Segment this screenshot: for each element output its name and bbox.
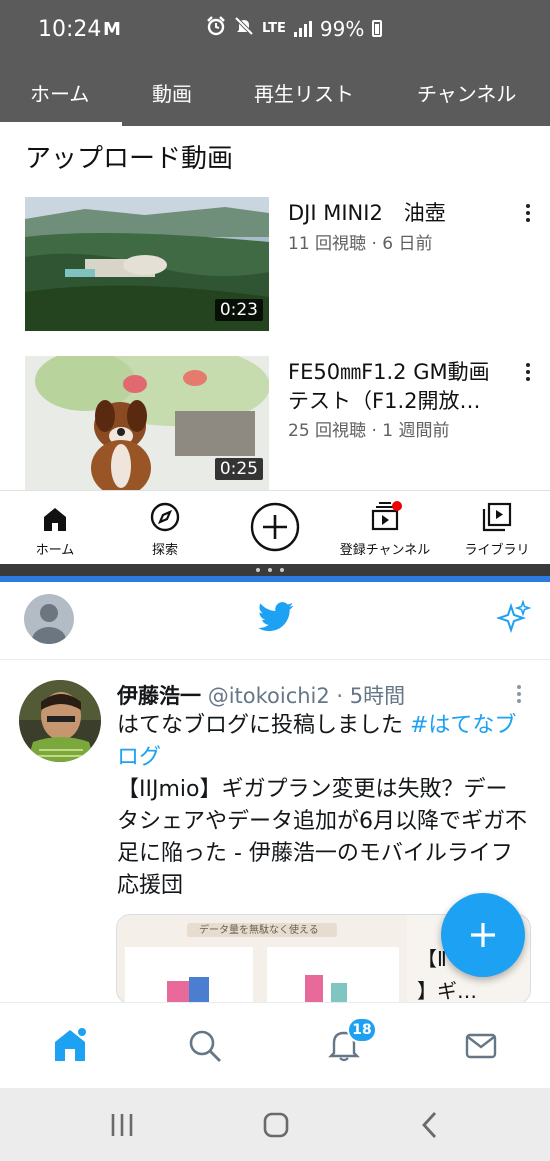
network-type: LTE <box>262 21 286 36</box>
notification-count-badge: 18 <box>347 1017 377 1043</box>
video-meta: 11 回視聴 · 6 日前 <box>288 234 433 254</box>
nav-label: 登録チャンネル <box>339 543 431 558</box>
android-navigation-bar <box>0 1088 550 1161</box>
messages-icon[interactable] <box>463 1028 499 1068</box>
video-thumbnail[interactable]: 0:25 <box>25 356 269 490</box>
nav-explore[interactable]: 探索 <box>125 491 205 565</box>
tab-channels[interactable]: チャンネル <box>417 78 516 107</box>
video-title[interactable]: DJI MINI2 油壺 <box>288 199 508 228</box>
profile-avatar[interactable] <box>24 594 74 644</box>
home-icon <box>15 491 95 533</box>
video-item[interactable]: 0:25 FE50㎜F1.2 GM動画テスト（F1.2開放… 25 回視聴 · … <box>0 356 550 491</box>
back-icon[interactable] <box>418 1110 442 1144</box>
author-handle-time: @itokoichi2 · 5時間 <box>207 684 406 708</box>
create-icon <box>245 491 305 553</box>
twitter-logo-icon <box>258 602 294 636</box>
status-time: 10:24 <box>38 17 102 42</box>
youtube-channel-tabs: ホーム 動画 再生リスト チャンネル <box>0 56 550 126</box>
video-duration: 0:23 <box>214 299 263 321</box>
tweet-text-intro: はてなブログに投稿しました #はてなブログ <box>117 710 527 774</box>
status-icons: LTE 99% <box>206 16 383 41</box>
active-tab-indicator <box>0 122 122 126</box>
video-meta: 25 回視聴 · 1 週間前 <box>288 421 450 441</box>
compose-tweet-button[interactable] <box>441 893 525 977</box>
youtube-bottom-nav: ホーム 探索 登録チャンネル ライブラリ <box>0 490 550 564</box>
subscriptions-icon <box>330 491 440 533</box>
split-screen-handle[interactable] <box>0 564 550 576</box>
home-button-icon[interactable] <box>262 1111 290 1143</box>
video-title[interactable]: FE50㎜F1.2 GM動画テスト（F1.2開放… <box>288 358 508 416</box>
tab-home[interactable]: ホーム <box>30 78 89 107</box>
nav-library[interactable]: ライブラリ <box>452 491 542 565</box>
nav-create[interactable] <box>245 491 305 565</box>
nav-label: ホーム <box>35 543 75 558</box>
search-icon[interactable] <box>187 1028 223 1068</box>
section-title: アップロード動画 <box>25 144 234 174</box>
signal-icon <box>293 20 312 37</box>
tweet-header: 伊藤浩一 @itokoichi2 · 5時間 <box>117 680 405 710</box>
battery-icon <box>372 20 383 37</box>
plus-icon <box>471 923 495 947</box>
nav-home[interactable]: ホーム <box>15 491 95 565</box>
tweet-text: はてなブログに投稿しました <box>117 713 410 738</box>
nav-label: 探索 <box>151 543 178 558</box>
status-bar: 10:24 M LTE 99% <box>0 0 550 56</box>
video-duration: 0:25 <box>214 458 263 480</box>
library-icon <box>452 491 542 533</box>
gmail-icon: M <box>103 19 121 40</box>
home-icon[interactable] <box>50 1025 90 1069</box>
alarm-icon <box>206 16 226 41</box>
tab-playlists[interactable]: 再生リスト <box>254 78 354 107</box>
tab-videos[interactable]: 動画 <box>152 78 192 107</box>
phone-screen: 10:24 M LTE 99% ホーム 動画 再生リスト チャンネル アップロー… <box>0 0 550 1161</box>
more-options-icon[interactable] <box>518 360 538 384</box>
compass-icon <box>125 491 205 533</box>
notification-dot <box>392 501 402 511</box>
video-item[interactable]: 0:23 DJI MINI2 油壺 11 回視聴 · 6 日前 <box>0 197 550 332</box>
twitter-header <box>0 582 550 660</box>
tweet-body: 【IIJmio】ギガプラン変更は失敗？データシェアやデータ追加が6月以降でギガ不… <box>117 777 527 898</box>
author-name[interactable]: 伊藤浩一 <box>117 684 201 708</box>
video-thumbnail[interactable]: 0:23 <box>25 197 269 331</box>
sparkle-icon[interactable] <box>495 599 532 640</box>
card-image-caption: データ量を無駄なく使える <box>199 925 319 936</box>
nav-subscriptions[interactable]: 登録チャンネル <box>330 491 440 565</box>
author-avatar[interactable] <box>19 680 101 762</box>
mute-icon <box>234 16 254 41</box>
more-options-icon[interactable] <box>518 201 538 225</box>
tweet-options-icon[interactable] <box>509 682 529 706</box>
recents-icon[interactable] <box>108 1112 136 1142</box>
nav-label: ライブラリ <box>464 543 530 558</box>
twitter-bottom-nav <box>0 1002 550 1088</box>
battery-level: 99% <box>319 16 365 41</box>
drag-handle-icon <box>256 568 284 572</box>
